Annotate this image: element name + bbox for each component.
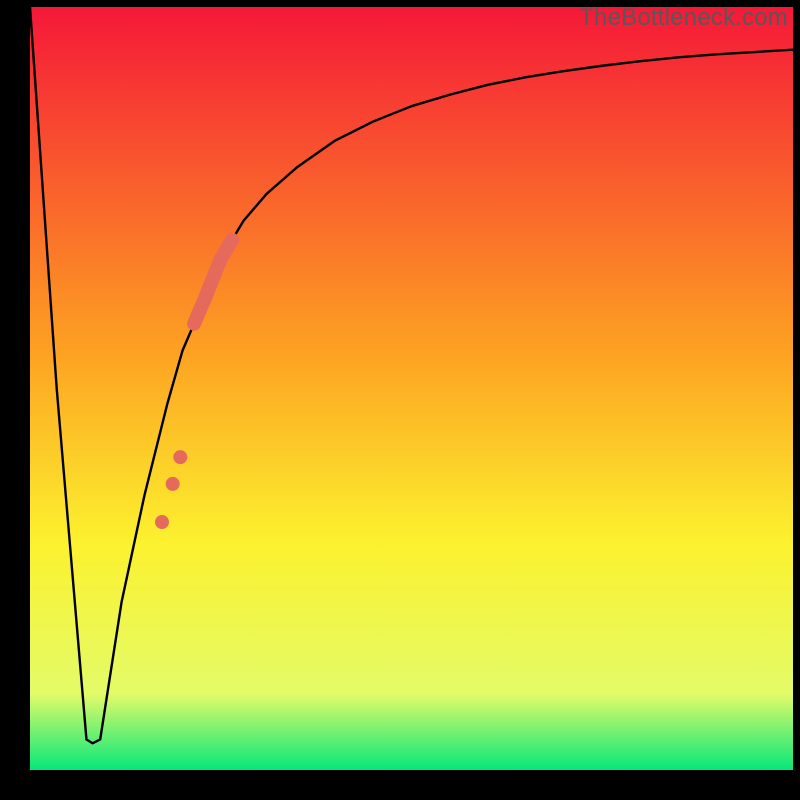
chart-background-gradient — [30, 7, 793, 770]
marker-dot — [155, 515, 169, 529]
bottleneck-chart: TheBottleneck.com — [0, 0, 800, 800]
chart-canvas — [0, 0, 800, 800]
marker-dot — [166, 477, 180, 491]
marker-dot — [173, 450, 187, 464]
